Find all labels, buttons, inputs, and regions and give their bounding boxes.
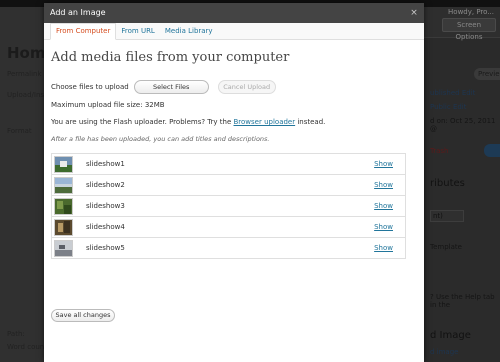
thumbnail-image (54, 197, 73, 215)
thumbnail-image (54, 155, 73, 173)
show-link[interactable]: Show (374, 181, 393, 189)
thumbnail-image (54, 176, 73, 194)
path-label: Path: (7, 330, 25, 338)
max-upload-size: Maximum upload file size: 32MB (51, 101, 165, 109)
format-label: Format (7, 127, 32, 135)
user-greeting: Howdy, Pro... (448, 8, 494, 16)
upload-panel: Add media files from your computer Choos… (44, 49, 424, 322)
published-status: ublished Edit (430, 89, 476, 97)
show-link[interactable]: Show (374, 223, 393, 231)
close-icon[interactable]: × (409, 8, 419, 18)
update-button[interactable] (484, 144, 500, 157)
media-tabs: From Computer From URL Media Library (44, 23, 424, 40)
choose-files-label: Choose files to upload (51, 83, 129, 91)
file-name: slideshow3 (86, 202, 125, 210)
upload-heading: Add media files from your computer (51, 50, 290, 65)
attributes-heading: ributes (430, 178, 465, 189)
file-name: slideshow1 (86, 160, 125, 168)
word-count-label: Word count (7, 343, 47, 351)
show-link[interactable]: Show (374, 244, 393, 252)
flash-uploader-notice: You are using the Flash uploader. Proble… (51, 117, 424, 127)
help-hint: ? Use the Help tab in the (430, 293, 495, 309)
preview-button[interactable]: Previe (474, 68, 500, 80)
after-upload-hint: After a file has been uploaded, you can … (51, 135, 270, 143)
tab-media-library[interactable]: Media Library (160, 24, 218, 39)
flash-notice-text: You are using the Flash uploader. Proble… (51, 118, 234, 126)
add-image-dialog: Add an Image × From Computer From URL Me… (44, 3, 424, 362)
file-name: slideshow4 (86, 223, 125, 231)
dialog-title: Add an Image (50, 8, 106, 17)
cancel-upload-button[interactable]: Cancel Upload (217, 80, 276, 94)
thumbnail-image (54, 239, 73, 257)
file-name: slideshow2 (86, 181, 125, 189)
list-item: slideshow4 Show (52, 216, 405, 237)
choose-files-row: Choose files to upload Select Files Canc… (51, 80, 424, 94)
thumbnail-image (54, 218, 73, 236)
save-all-changes-button[interactable]: Save all changes (51, 309, 115, 322)
list-item: slideshow3 Show (52, 195, 405, 216)
featured-image-heading: d Image (430, 330, 471, 341)
permalink-label: Permalink (7, 70, 42, 78)
upload-insert-label: Upload/Ins (7, 91, 45, 99)
visibility-status: Public Edit (430, 103, 467, 111)
flash-notice-suffix: instead. (295, 118, 326, 126)
screen-options-button[interactable]: Screen Options (442, 18, 496, 41)
show-link[interactable]: Show (374, 202, 393, 210)
browser-uploader-link[interactable]: Browser uploader (234, 118, 296, 126)
list-item: slideshow1 Show (52, 154, 405, 174)
set-featured-image-link[interactable]: d image (430, 348, 458, 356)
file-name: slideshow5 (86, 244, 125, 252)
show-link[interactable]: Show (374, 160, 393, 168)
tab-from-url[interactable]: From URL (116, 24, 159, 39)
template-select[interactable]: Template (430, 243, 462, 251)
parent-select[interactable]: nt) (430, 210, 464, 222)
dialog-titlebar: Add an Image × (44, 3, 424, 23)
select-files-button[interactable]: Select Files (133, 80, 209, 94)
published-date: d on: Oct 25, 2011 @ (430, 117, 496, 133)
tab-from-computer[interactable]: From Computer (50, 23, 117, 40)
trash-link[interactable]: Trash (430, 147, 449, 155)
uploaded-files-list: slideshow1 Show slideshow2 Show slidesho… (51, 153, 406, 259)
list-item: slideshow5 Show (52, 237, 405, 258)
list-item: slideshow2 Show (52, 174, 405, 195)
